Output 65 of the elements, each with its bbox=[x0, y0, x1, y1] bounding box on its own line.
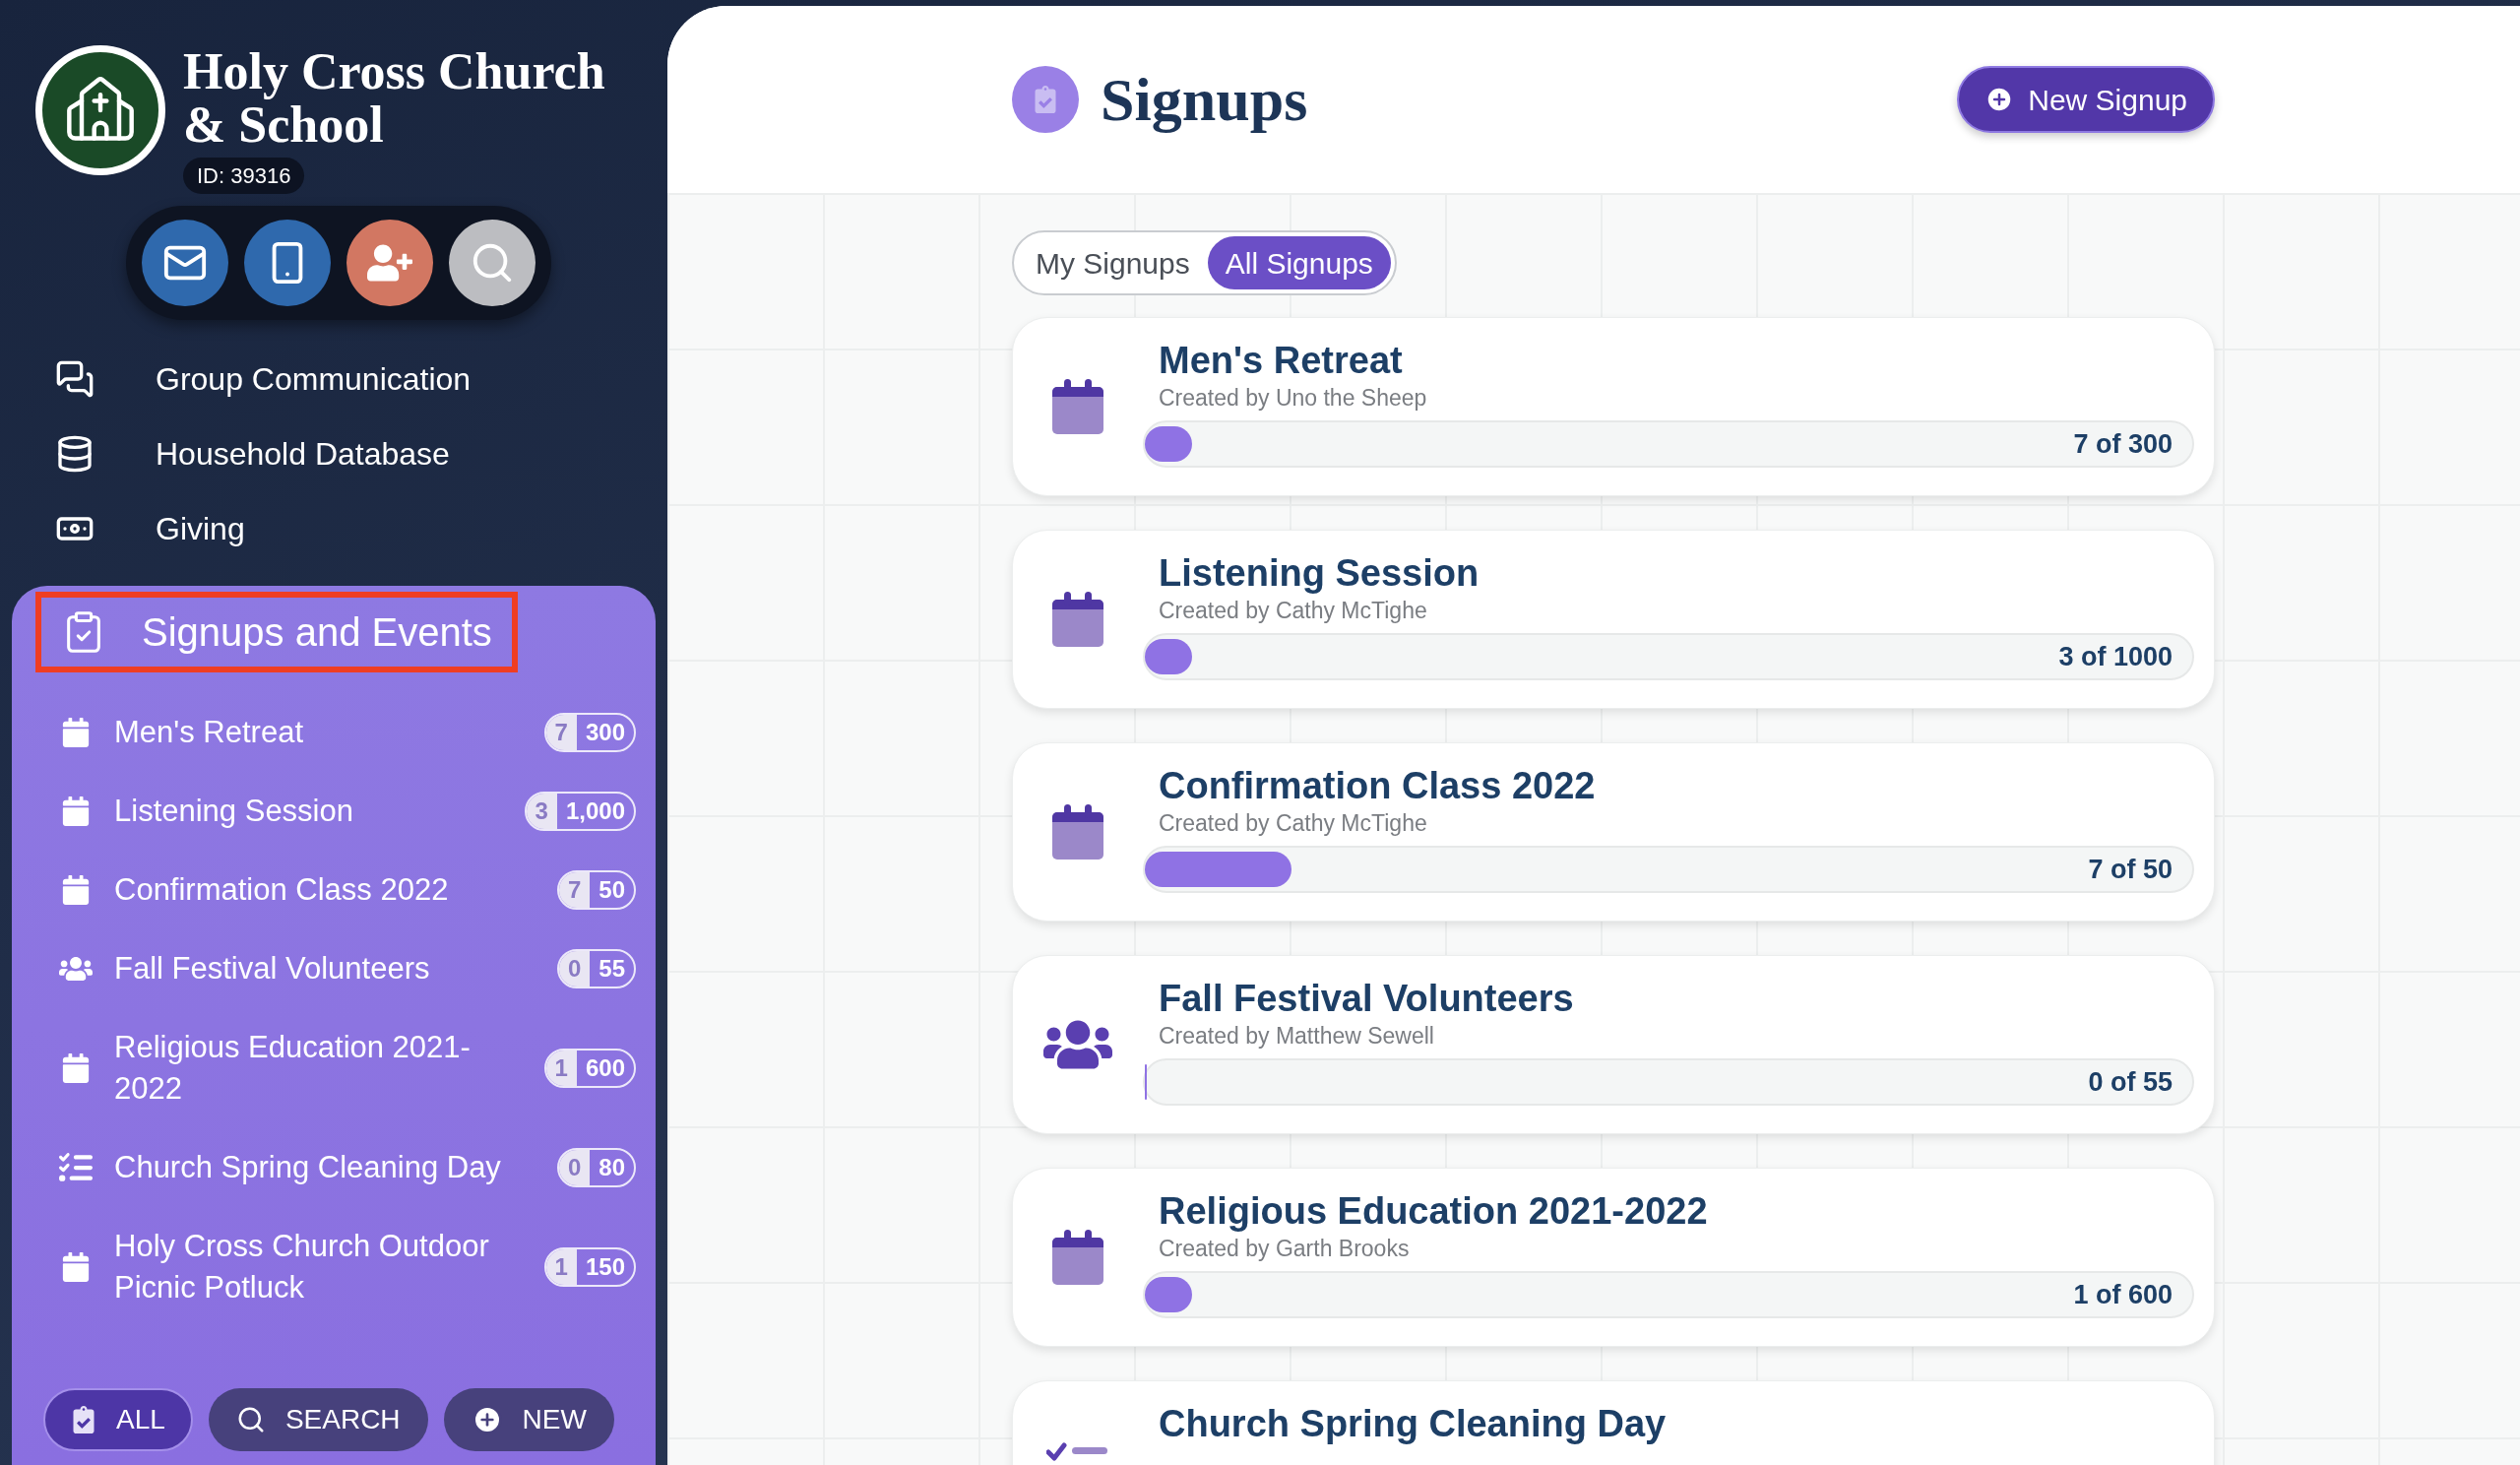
calendar-icon bbox=[61, 796, 91, 826]
card-creator: Created by Cathy McTighe bbox=[1158, 809, 1428, 838]
panel-button[interactable]: SEARCH bbox=[208, 1388, 428, 1451]
signup-card[interactable]: Confirmation Class 2022 Created by Cathy McTighe 7 of 50 bbox=[1012, 742, 2215, 922]
signup-list-item[interactable]: Fall Festival Volunteers 0 55 bbox=[41, 948, 636, 989]
nav-item[interactable]: Household Database bbox=[55, 434, 667, 474]
filter-tab[interactable]: All Signups bbox=[1207, 236, 1391, 289]
calendar-icon bbox=[1052, 379, 1103, 434]
card-title: Church Spring Cleaning Day bbox=[1158, 1402, 1668, 1446]
count-badge: 3 1,000 bbox=[524, 792, 636, 831]
signup-list-item[interactable]: Religious Education 2021-2022 1 600 bbox=[41, 1027, 636, 1110]
database-icon bbox=[55, 434, 94, 474]
search-button[interactable] bbox=[449, 220, 536, 306]
count-badge: 7 300 bbox=[543, 713, 636, 752]
checklist-icon bbox=[59, 1151, 93, 1184]
clipboard-icon bbox=[71, 1406, 97, 1433]
progress-reading: 7 of 300 bbox=[2073, 427, 2173, 461]
count-badge: 0 55 bbox=[556, 949, 636, 988]
signup-card[interactable]: Church Spring Cleaning Day bbox=[1012, 1380, 2215, 1465]
count-badge: 1 150 bbox=[543, 1247, 636, 1287]
clipboard-icon bbox=[1034, 86, 1057, 113]
signup-card[interactable]: Religious Education 2021-2022 Created by Garth Brooks 1 of 600 bbox=[1012, 1168, 2215, 1347]
calendar-icon bbox=[1052, 804, 1103, 860]
count-badge: 0 80 bbox=[556, 1148, 636, 1187]
filter-tab[interactable]: My Signups bbox=[1018, 236, 1208, 289]
signup-list-item[interactable]: Confirmation Class 2022 7 50 bbox=[41, 869, 636, 911]
nav-item[interactable]: Group Communication bbox=[55, 359, 667, 399]
panel-button[interactable]: NEW bbox=[443, 1388, 614, 1451]
card-title: Confirmation Class 2022 bbox=[1158, 764, 1597, 808]
card-creator: Created by Garth Brooks bbox=[1158, 1235, 1411, 1263]
calendar-icon bbox=[61, 718, 91, 747]
new-signup-button[interactable]: New Signup bbox=[1957, 66, 2215, 133]
email-button[interactable] bbox=[142, 220, 228, 306]
signup-list-item[interactable]: Holy Cross Church Outdoor Picnic Potluck 1 150 bbox=[41, 1226, 636, 1308]
signup-card[interactable]: Men's Retreat Created by Uno the Sheep 7 of 300 bbox=[1012, 317, 2215, 496]
card-title: Listening Session bbox=[1158, 551, 1480, 596]
calendar-icon bbox=[1052, 592, 1103, 647]
signup-card[interactable]: Listening Session Created by Cathy McTighe 3 of 1000 bbox=[1012, 530, 2215, 709]
card-creator: Created by Matthew Sewell bbox=[1158, 1022, 1435, 1051]
panel-button[interactable]: ALL bbox=[43, 1388, 193, 1451]
progress-reading: 0 of 55 bbox=[2088, 1065, 2173, 1099]
nav-item[interactable]: Giving bbox=[55, 509, 667, 548]
calendar-icon bbox=[1052, 1230, 1103, 1285]
progress-reading: 7 of 50 bbox=[2088, 853, 2173, 886]
panel-header[interactable]: Signups and Events bbox=[35, 592, 518, 672]
page-title: Signups bbox=[1101, 64, 1308, 135]
signup-list-item[interactable]: Church Spring Cleaning Day 0 80 bbox=[41, 1147, 636, 1188]
signup-card[interactable]: Fall Festival Volunteers Created by Matthew Sewell 0 of 55 bbox=[1012, 955, 2215, 1134]
card-title: Men's Retreat bbox=[1158, 339, 1404, 383]
organization-name: Holy Cross Church & School bbox=[183, 45, 606, 152]
progress-reading: 3 of 1000 bbox=[2058, 640, 2173, 673]
progress-reading: 1 of 600 bbox=[2073, 1278, 2173, 1311]
calendar-icon bbox=[61, 1053, 91, 1083]
card-title: Fall Festival Volunteers bbox=[1158, 977, 1575, 1021]
count-badge: 1 600 bbox=[543, 1049, 636, 1088]
calendar-icon bbox=[61, 875, 91, 905]
card-creator: Created by Cathy McTighe bbox=[1158, 597, 1428, 625]
chat-bubbles-icon bbox=[55, 359, 94, 399]
id-badge: ID: 39316 bbox=[183, 158, 305, 194]
card-creator: Created by Uno the Sheep bbox=[1158, 384, 1428, 413]
calendar-icon bbox=[61, 1252, 91, 1282]
card-title: Religious Education 2021-2022 bbox=[1158, 1189, 1709, 1234]
signup-list-item[interactable]: Men's Retreat 7 300 bbox=[41, 712, 636, 753]
count-badge: 7 50 bbox=[556, 870, 636, 910]
signup-list-item[interactable]: Listening Session 3 1,000 bbox=[41, 791, 636, 832]
